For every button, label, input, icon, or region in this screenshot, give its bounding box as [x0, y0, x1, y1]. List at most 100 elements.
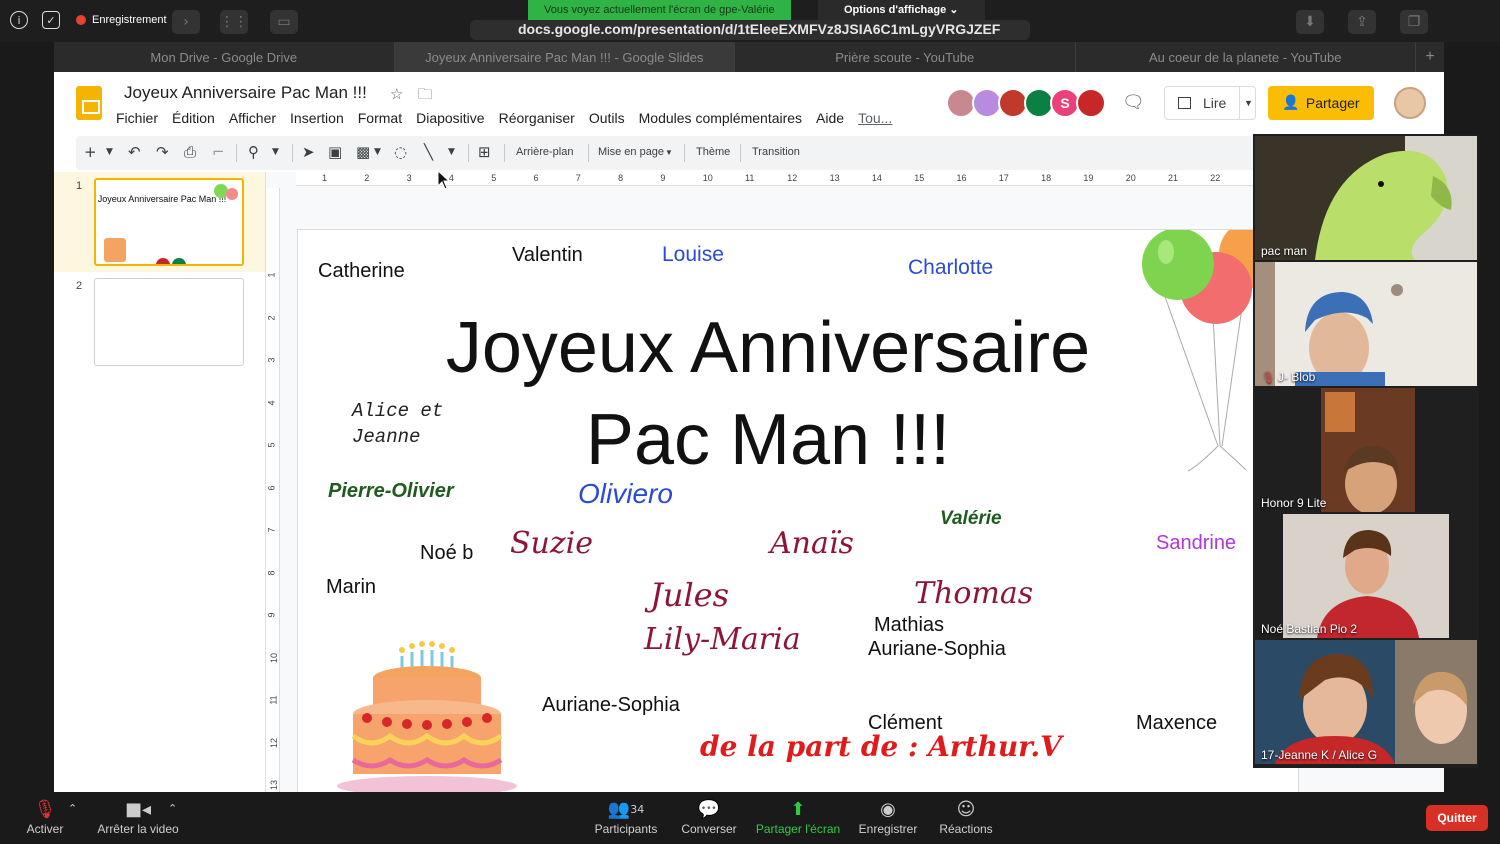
name-text[interactable]: Anaïs	[770, 526, 854, 561]
transition-button[interactable]: Transition	[752, 146, 800, 158]
present-dropdown-icon[interactable]: ▼	[1239, 87, 1257, 119]
tabs-icon[interactable]: ❐	[1400, 10, 1428, 34]
menu-item[interactable]: Édition	[172, 110, 215, 126]
zoom-dropdown-icon[interactable]: ▼	[272, 147, 279, 157]
participant-tile[interactable]: 17-Jeanne K / Alice G	[1255, 640, 1477, 764]
name-text[interactable]: Auriane-Sophia	[868, 638, 1006, 661]
image-dropdown-icon[interactable]: ▼	[374, 147, 381, 157]
toolbar-divider	[468, 144, 469, 162]
participant-tile[interactable]: 🎙 J- Blob	[1255, 262, 1477, 386]
slides-logo-icon[interactable]	[76, 86, 102, 120]
collaborator-avatar[interactable]	[1076, 88, 1106, 118]
name-text[interactable]: Valérie	[940, 508, 1002, 530]
unmute-button[interactable]: 🎙 Activer	[22, 798, 68, 836]
menu-item[interactable]: Format	[358, 110, 402, 126]
menu-item[interactable]: Outils	[589, 110, 625, 126]
audio-options-chevron-icon[interactable]: ⌃	[68, 802, 77, 815]
name-text[interactable]: Lily-Maria	[644, 622, 801, 657]
name-text[interactable]: Sandrine	[1156, 532, 1236, 555]
select-icon[interactable]: ➤	[302, 143, 315, 161]
name-text[interactable]: Alice et	[352, 400, 443, 422]
filmstrip-item-selected[interactable]: 1 Joyeux Anniversaire Pac Man !!!	[54, 172, 265, 272]
layout-button[interactable]: Mise en page	[598, 146, 664, 158]
record-button[interactable]: ◉ Enregistrer	[854, 798, 922, 836]
background-button[interactable]: Arrière-plan	[516, 146, 573, 158]
name-text[interactable]: Auriane-Sophia	[542, 694, 680, 717]
slide-thumbnail[interactable]: Joyeux Anniversaire Pac Man !!!	[94, 178, 244, 266]
name-text[interactable]: Charlotte	[908, 256, 993, 280]
undo-icon[interactable]: ↶	[128, 143, 141, 161]
menu-item[interactable]: Fichier	[116, 110, 158, 126]
name-text[interactable]: Suzie	[510, 526, 593, 561]
line-dropdown-icon[interactable]: ▼	[448, 147, 455, 157]
comment-icon[interactable]: 🗨	[1122, 92, 1146, 113]
forward-button[interactable]: ›	[172, 10, 200, 34]
move-folder-icon[interactable]: 🗀	[418, 85, 433, 103]
participant-tile[interactable]: Noé Bastian Pio 2	[1255, 514, 1477, 638]
name-text[interactable]: Catherine	[318, 260, 405, 283]
slides-app: Joyeux Anniversaire Pac Man !!! ☆ 🗀 Fich…	[54, 72, 1444, 792]
image-icon[interactable]: ▩	[356, 143, 370, 161]
layout-dropdown-icon[interactable]: ▼	[665, 148, 673, 157]
menu-item[interactable]: Aide	[816, 110, 844, 126]
add-comment-icon[interactable]: ⊞	[478, 143, 491, 161]
name-text[interactable]: Pierre-Olivier	[328, 480, 454, 503]
name-text[interactable]: Maxence	[1136, 712, 1217, 735]
text-box-icon[interactable]: ▣	[328, 143, 342, 161]
paint-format-icon[interactable]: ⌐	[212, 143, 225, 161]
name-text[interactable]: Noé b	[420, 542, 473, 565]
name-text[interactable]: Thomas	[914, 576, 1033, 611]
name-text[interactable]: Jules	[650, 576, 729, 614]
name-text[interactable]: Louise	[662, 243, 724, 267]
print-icon[interactable]: ⎙	[184, 143, 196, 161]
quit-button[interactable]: Quitter	[1426, 805, 1488, 831]
user-avatar[interactable]	[1394, 87, 1426, 119]
url-bar[interactable]: docs.google.com/presentation/d/1tEleeEXM…	[470, 20, 1030, 40]
redo-icon[interactable]: ↷	[156, 143, 169, 161]
signature-text[interactable]: de la part de : Arthur.V	[700, 730, 1062, 763]
browser-tab[interactable]: Prière scoute - YouTube	[735, 42, 1076, 72]
menu-item[interactable]: Afficher	[229, 110, 276, 126]
theme-button[interactable]: Thème	[696, 146, 730, 158]
share-icon[interactable]: ⇪	[1348, 10, 1376, 34]
sidebar-icon[interactable]: ▭	[270, 10, 298, 34]
name-text[interactable]: Marin	[326, 576, 376, 599]
title-line-2: Pac Man !!!	[585, 400, 951, 480]
participant-tile[interactable]: pac man	[1255, 136, 1477, 260]
menu-item[interactable]: Modules complémentaires	[639, 110, 802, 126]
share-button[interactable]: 👤 Partager	[1268, 86, 1374, 120]
reactions-button[interactable]: ☺ Réactions	[936, 798, 996, 836]
new-tab-button[interactable]: +	[1416, 42, 1444, 72]
shape-icon[interactable]: ◌	[394, 143, 407, 161]
star-icon[interactable]: ☆	[390, 85, 403, 103]
browser-tab-active[interactable]: Joyeux Anniversaire Pac Man !!! - Google…	[394, 42, 735, 72]
doc-title[interactable]: Joyeux Anniversaire Pac Man !!!	[124, 83, 367, 103]
grid-icon[interactable]: ⋮⋮	[220, 10, 248, 34]
slide-title[interactable]: Joyeux Anniversaire Pac Man !!!	[394, 302, 1142, 486]
share-screen-button[interactable]: ⬆ Partager l'écran	[752, 798, 844, 836]
slide-number: 2	[76, 280, 83, 292]
info-icon[interactable]: i	[10, 11, 28, 29]
video-options-chevron-icon[interactable]: ⌃	[168, 802, 177, 815]
participant-tile[interactable]: Honor 9 Lite	[1255, 388, 1477, 512]
browser-tab[interactable]: Au coeur de la planete - YouTube	[1076, 42, 1416, 72]
name-text[interactable]: Jeanne	[352, 426, 420, 448]
menu-item[interactable]: Réorganiser	[499, 110, 575, 126]
download-icon[interactable]: ⬇	[1296, 10, 1324, 34]
participants-button[interactable]: 👥34 Participants	[590, 798, 662, 836]
menu-item[interactable]: Insertion	[290, 110, 344, 126]
zoom-icon[interactable]: ⚲	[248, 143, 259, 161]
present-button[interactable]: Lire ▼	[1164, 86, 1256, 120]
menu-item[interactable]: Diapositive	[416, 110, 484, 126]
name-text[interactable]: Valentin	[512, 244, 583, 267]
new-slide-dropdown-icon[interactable]: ▼	[106, 147, 113, 157]
line-icon[interactable]: ╲	[424, 143, 433, 161]
browser-tab[interactable]: Mon Drive - Google Drive	[54, 42, 395, 72]
slide-thumbnail[interactable]	[94, 278, 244, 366]
new-slide-icon[interactable]: +	[84, 143, 97, 161]
slide-canvas[interactable]: Joyeux Anniversaire Pac Man !!! Catherin…	[298, 230, 1298, 792]
menu-item-last-edit[interactable]: Tou...	[858, 110, 892, 126]
chat-button[interactable]: 💬 Converser	[678, 798, 740, 836]
name-text[interactable]: Mathias	[874, 614, 944, 637]
name-text[interactable]: Oliviero	[578, 478, 673, 510]
